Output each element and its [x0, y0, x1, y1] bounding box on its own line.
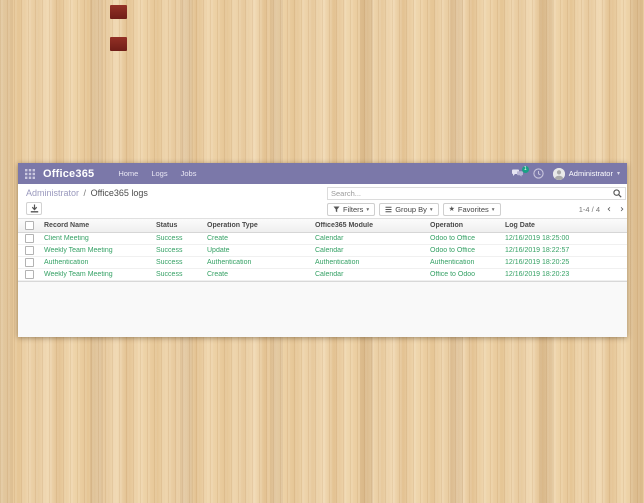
breadcrumb-administrator[interactable]: Administrator [26, 188, 79, 198]
pager: 1-4 / 4 ‹ › [579, 205, 626, 215]
table-header-row: Record Name Status Operation Type Office… [18, 218, 627, 233]
cell-operation-type: Authentication [203, 259, 311, 266]
row-checkbox[interactable] [25, 258, 34, 267]
column-header-status[interactable]: Status [152, 222, 203, 229]
cell-module: Calendar [311, 247, 426, 254]
desktop-background: Office365 Home Logs Jobs 1 [0, 0, 644, 503]
breadcrumb: Administrator / Office365 logs [26, 188, 148, 198]
column-header-operation[interactable]: Operation [426, 222, 501, 229]
favorites-label: Favorites [458, 205, 489, 214]
pager-previous-button[interactable]: ‹ [605, 205, 613, 215]
column-header-record-name[interactable]: Record Name [40, 222, 152, 229]
download-icon [30, 204, 39, 213]
table-row[interactable]: Weekly Team Meeting Success Create Calen… [18, 269, 627, 281]
chevron-down-icon: ▾ [430, 207, 433, 213]
filter-funnel-icon [333, 206, 340, 213]
cell-status: Success [152, 259, 203, 266]
filters-label: Filters [343, 205, 363, 214]
group-by-label: Group By [395, 205, 427, 214]
cell-record-name: Authentication [40, 259, 152, 266]
main-menu: Home Logs Jobs [118, 169, 196, 178]
apps-grid-icon[interactable] [25, 169, 35, 179]
cell-module: Authentication [311, 259, 426, 266]
row-checkbox[interactable] [25, 270, 34, 279]
avatar [553, 168, 565, 180]
cell-operation-type: Update [203, 247, 311, 254]
cell-module: Calendar [311, 235, 426, 242]
row-checkbox[interactable] [25, 246, 34, 255]
cell-status: Success [152, 235, 203, 242]
systray: 1 Administrat [511, 168, 620, 180]
office365-app-window: Office365 Home Logs Jobs 1 [18, 163, 627, 337]
table-row[interactable]: Authentication Success Authentication Au… [18, 257, 627, 269]
cell-operation: Office to Odoo [426, 271, 501, 278]
cell-operation: Odoo to Office [426, 247, 501, 254]
background-red-sticker [110, 37, 127, 51]
breadcrumb-current: Office365 logs [91, 188, 148, 198]
export-button[interactable] [26, 202, 42, 215]
messages-icon[interactable]: 1 [511, 169, 524, 178]
column-header-operation-type[interactable]: Operation Type [203, 222, 311, 229]
cell-log-date: 12/16/2019 18:20:23 [501, 271, 627, 278]
menu-item-jobs[interactable]: Jobs [181, 169, 197, 178]
cell-operation: Odoo to Office [426, 235, 501, 242]
cell-log-date: 12/16/2019 18:25:00 [501, 235, 627, 242]
menu-item-home[interactable]: Home [118, 169, 138, 178]
cell-status: Success [152, 247, 203, 254]
cell-record-name: Weekly Team Meeting [40, 271, 152, 278]
cell-operation: Authentication [426, 259, 501, 266]
group-by-button[interactable]: Group By ▾ [379, 203, 438, 216]
cell-module: Calendar [311, 271, 426, 278]
cell-record-name: Client Meeting [40, 235, 152, 242]
cell-operation-type: Create [203, 271, 311, 278]
table-row[interactable]: Client Meeting Success Create Calendar O… [18, 233, 627, 245]
group-by-bars-icon [385, 206, 392, 213]
list-empty-area [18, 281, 627, 337]
cell-log-date: 12/16/2019 18:20:25 [501, 259, 627, 266]
filters-button[interactable]: Filters ▾ [327, 203, 375, 216]
search-icon[interactable] [613, 189, 625, 198]
cell-operation-type: Create [203, 235, 311, 242]
cell-log-date: 12/16/2019 18:22:57 [501, 247, 627, 254]
menu-item-logs[interactable]: Logs [151, 169, 167, 178]
column-header-log-date[interactable]: Log Date [501, 222, 627, 229]
user-menu[interactable]: Administrator ▾ [553, 168, 620, 180]
messages-badge: 1 [522, 166, 529, 173]
chevron-down-icon: ▾ [492, 207, 495, 213]
background-red-sticker [110, 5, 127, 19]
activities-clock-icon[interactable] [533, 168, 544, 179]
logs-list-view: Record Name Status Operation Type Office… [18, 218, 627, 337]
search-options-row: Filters ▾ Group By ▾ ★ Favorites ▾ [327, 203, 626, 216]
control-panel: Administrator / Office365 logs [18, 184, 627, 218]
table-row[interactable]: Weekly Team Meeting Success Update Calen… [18, 245, 627, 257]
select-all-checkbox[interactable] [25, 221, 34, 230]
pager-range: 1-4 / 4 [579, 205, 600, 214]
cell-status: Success [152, 271, 203, 278]
top-navbar: Office365 Home Logs Jobs 1 [18, 163, 627, 184]
chevron-down-icon: ▾ [366, 207, 369, 213]
search-input[interactable] [328, 188, 613, 199]
cell-record-name: Weekly Team Meeting [40, 247, 152, 254]
column-header-office365-module[interactable]: Office365 Module [311, 222, 426, 229]
user-name: Administrator [569, 169, 613, 178]
filter-buttons-group: Filters ▾ Group By ▾ ★ Favorites ▾ [327, 203, 501, 216]
app-brand[interactable]: Office365 [43, 168, 94, 180]
row-checkbox[interactable] [25, 234, 34, 243]
pager-next-button[interactable]: › [618, 205, 626, 215]
search-box [327, 187, 626, 200]
chevron-down-icon: ▾ [617, 170, 620, 177]
favorites-button[interactable]: ★ Favorites ▾ [443, 203, 501, 216]
breadcrumb-separator: / [84, 188, 87, 198]
